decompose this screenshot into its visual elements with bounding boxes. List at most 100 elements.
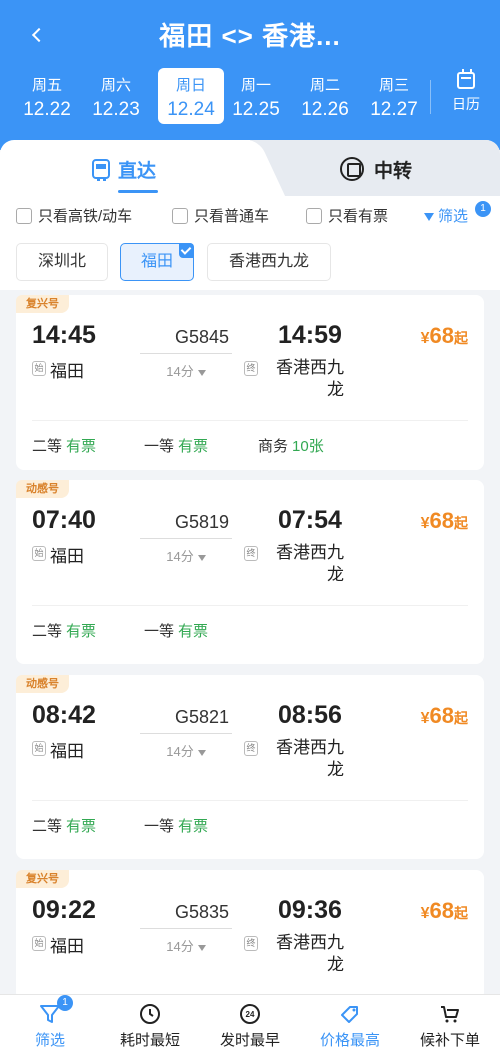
date-strip: 周五 12.22 周六 12.23 周日 12.24 周一 12.25 周二 1… — [10, 68, 430, 126]
departure-station: 福田 — [50, 362, 84, 381]
station-chip[interactable]: 深圳北 — [16, 243, 108, 281]
seat-status: 有票 — [66, 623, 97, 640]
seat-status: 有票 — [178, 818, 209, 835]
price-value: 68 — [429, 508, 454, 533]
station-chip[interactable]: 香港西九龙 — [207, 243, 331, 281]
calendar-icon — [457, 69, 475, 89]
filter-available-checkbox[interactable]: 只看有票 — [306, 205, 388, 226]
seat-class-name: 二等 — [32, 818, 63, 835]
active-tab-indicator — [118, 190, 158, 193]
currency-symbol: ¥ — [420, 330, 430, 347]
clock-icon — [140, 1004, 160, 1024]
price-suffix: 起 — [454, 905, 468, 921]
tab-direct-label: 直达 — [118, 160, 157, 182]
seat-status: 有票 — [66, 438, 97, 455]
date-item[interactable]: 周六 12.23 — [83, 68, 149, 124]
arrival-time: 07:54 — [278, 506, 342, 534]
seat-class: 商务 10张 — [258, 435, 324, 456]
svg-text:24: 24 — [246, 1010, 255, 1019]
seat-class-name: 二等 — [32, 623, 63, 640]
checkbox-box — [306, 207, 322, 224]
seat-class-name: 一等 — [144, 438, 175, 455]
filter-count-badge: 1 — [475, 201, 491, 217]
bottom-filter-label: 筛选 — [34, 1032, 65, 1049]
duration-toggle[interactable]: 14分 — [140, 936, 232, 955]
price-tag-icon — [341, 1006, 358, 1023]
departure-time: 14:45 — [32, 321, 96, 349]
date-value: 12.27 — [370, 99, 418, 120]
calendar-button[interactable]: 日历 — [440, 69, 492, 122]
route-line — [140, 538, 232, 539]
seat-class: 一等 有票 — [144, 815, 208, 836]
train-type-tag: 复兴号 — [16, 870, 69, 888]
sort-price-button[interactable]: 价格最高 — [300, 1003, 400, 1050]
seat-status: 有票 — [66, 818, 97, 835]
date-value: 12.25 — [232, 99, 280, 120]
checkbox-label: 只看高铁/动车 — [38, 208, 133, 225]
arrival-time: 08:56 — [278, 701, 342, 729]
duration-toggle[interactable]: 14分 — [140, 361, 232, 380]
seat-status: 10张 — [292, 438, 324, 455]
price-suffix: 起 — [454, 515, 468, 531]
price: ¥68起 — [421, 323, 468, 349]
train-card[interactable]: 复兴号 09:22 G5835 14分 09:36 始 福田 终 香港西九龙 ¥… — [16, 870, 484, 1000]
waitlist-button[interactable]: 候补下单 — [400, 1003, 500, 1050]
date-item[interactable]: 周五 12.22 — [14, 68, 80, 124]
price-value: 68 — [429, 323, 454, 348]
train-card[interactable]: 复兴号 14:45 G5845 14分 14:59 始 福田 终 香港西九龙 ¥… — [16, 295, 484, 470]
terminal-mark: 终 — [244, 741, 258, 756]
date-item[interactable]: 周一 12.25 — [223, 68, 289, 124]
price-value: 68 — [429, 703, 454, 728]
arrival-station: 香港西九龙 — [276, 543, 344, 584]
seat-class-name: 二等 — [32, 438, 63, 455]
sort-earliest-button[interactable]: 24 发时最早 — [200, 1003, 300, 1050]
route-line — [140, 733, 232, 734]
duration-toggle[interactable]: 14分 — [140, 741, 232, 760]
date-item[interactable]: 周二 12.26 — [292, 68, 358, 124]
filter-normal-checkbox[interactable]: 只看普通车 — [172, 205, 269, 226]
departure-station: 福田 — [50, 937, 84, 956]
origin-mark: 始 — [32, 361, 46, 376]
train-card[interactable]: 动感号 08:42 G5821 14分 08:56 始 福田 终 香港西九龙 ¥… — [16, 675, 484, 859]
route-line — [140, 928, 232, 929]
filter-icon — [424, 212, 434, 221]
filter-high-speed-checkbox[interactable]: 只看高铁/动车 — [16, 205, 132, 226]
sort-shortest-button[interactable]: 耗时最短 — [100, 1003, 200, 1050]
duration-toggle[interactable]: 14分 — [140, 546, 232, 565]
train-number: G5821 — [174, 707, 230, 727]
train-card[interactable]: 动感号 07:40 G5819 14分 07:54 始 福田 终 香港西九龙 ¥… — [16, 480, 484, 664]
origin-mark: 始 — [32, 741, 46, 756]
seat-class: 二等 有票 — [32, 815, 96, 836]
terminal-mark: 终 — [244, 546, 258, 561]
date-value: 12.23 — [92, 99, 140, 120]
seat-status: 有票 — [178, 623, 209, 640]
bottom-filter-button[interactable]: 筛选 — [0, 1003, 100, 1050]
date-weekday: 周六 — [100, 77, 131, 94]
train-type-tag: 动感号 — [16, 480, 69, 498]
date-weekday: 周五 — [31, 77, 62, 94]
date-weekday: 周日 — [175, 77, 206, 94]
tab-direct[interactable]: 直达 — [92, 152, 156, 186]
filter-button[interactable]: 筛选 — [424, 205, 468, 226]
divider — [32, 800, 468, 801]
bottom-toolbar: 筛选 1 耗时最短 24 发时最早 价格最高 候补下单 — [0, 994, 500, 1058]
price: ¥68起 — [421, 508, 468, 534]
date-item[interactable]: 周三 12.27 — [361, 68, 427, 124]
train-icon — [92, 159, 110, 181]
tab-transfer[interactable]: 中转 — [340, 152, 412, 186]
checkbox-box — [16, 207, 32, 224]
currency-symbol: ¥ — [420, 905, 430, 922]
seat-class-name: 一等 — [144, 818, 175, 835]
station-chip-selected[interactable]: 福田 — [120, 243, 194, 281]
page-title: 福田 <> 香港... — [159, 21, 341, 51]
sort-shortest-label: 耗时最短 — [119, 1032, 180, 1049]
origin-mark: 始 — [32, 546, 46, 561]
train-number: G5835 — [174, 902, 230, 922]
24h-icon: 24 — [240, 1004, 260, 1024]
departure-time: 09:22 — [32, 896, 96, 924]
date-value: 12.22 — [23, 99, 71, 120]
arrival-station: 香港西九龙 — [276, 933, 344, 974]
divider — [32, 605, 468, 606]
date-item-selected[interactable]: 周日 12.24 — [158, 68, 224, 124]
seat-class: 二等 有票 — [32, 435, 96, 456]
